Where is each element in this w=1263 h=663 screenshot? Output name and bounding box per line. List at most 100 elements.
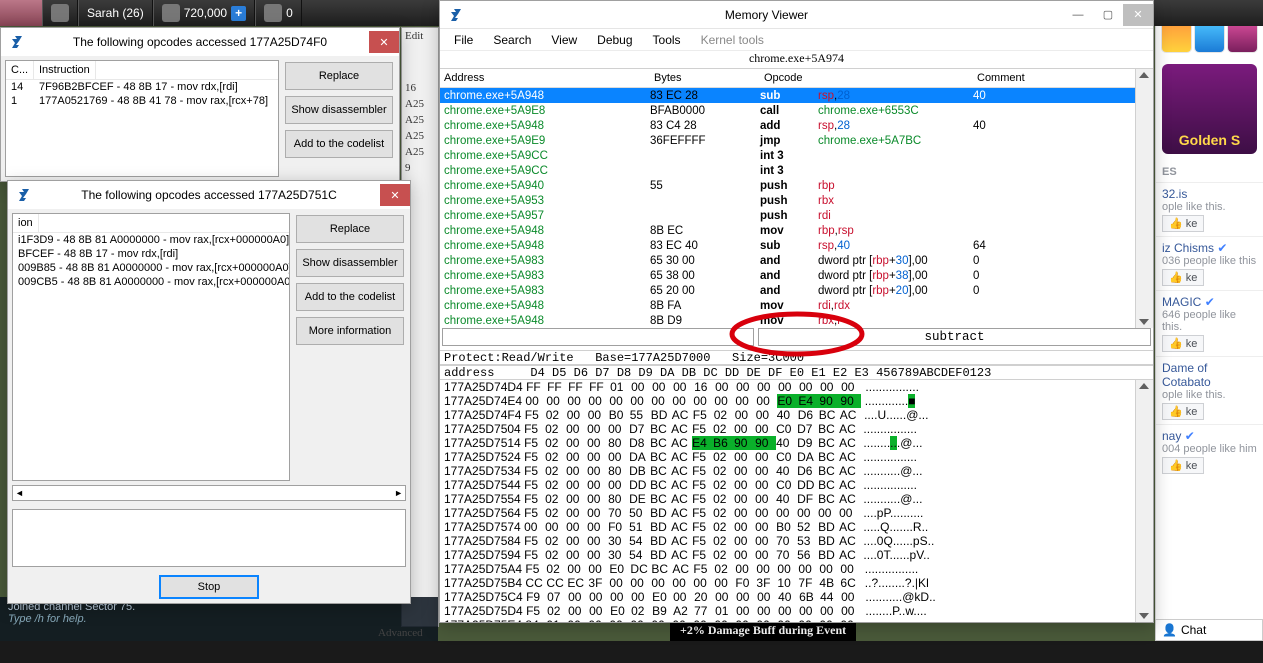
col-instruction[interactable]: ion — [13, 214, 39, 232]
menu-file[interactable]: File — [446, 31, 481, 49]
show-disassembler-button[interactable]: Show disassembler — [285, 96, 393, 124]
minimize-icon[interactable]: — — [1063, 4, 1093, 26]
add-to-codelist-button[interactable]: Add to the codelist — [296, 283, 404, 311]
close-icon[interactable]: ✕ — [1123, 4, 1153, 26]
disasm-row[interactable]: chrome.exe+5A9E936FEFFFFjmpchrome.exe+5A… — [440, 133, 1135, 148]
col-bytes[interactable]: Bytes — [650, 69, 760, 87]
opcode-row[interactable]: 009CB5 - 48 8B 81 A0000000 - mov rax,[rc… — [13, 275, 289, 289]
col-comment[interactable]: Comment — [973, 69, 1053, 87]
hex-row[interactable]: 177A25D7564 F50200007050BDACF50200000000… — [444, 506, 1135, 520]
command-input[interactable]: subtract — [758, 328, 1151, 346]
disasm-row[interactable]: chrome.exe+5A957pushrdi — [440, 208, 1135, 223]
like-button[interactable]: 👍ke — [1162, 335, 1204, 352]
player-name[interactable]: Sarah (26) — [87, 6, 144, 20]
more-info-button[interactable]: More information — [296, 317, 404, 345]
hex-row[interactable]: 177A25D75C4 F90700000000E00020000000406B… — [444, 590, 1135, 604]
fb-page-item[interactable]: 32.isople like this.👍ke — [1156, 182, 1263, 236]
windows-taskbar[interactable] — [0, 641, 1263, 663]
close-icon[interactable]: ✕ — [380, 184, 410, 206]
hex-row[interactable]: 177A25D75A4 F5020000E0DCBCACF50200000000… — [444, 562, 1135, 576]
horizontal-scrollbar[interactable]: ◄► — [12, 485, 406, 501]
disasm-scrollbar[interactable] — [1135, 69, 1153, 328]
disasm-row[interactable]: chrome.exe+5A94883 C4 28addrsp,2840 — [440, 118, 1135, 133]
current-address[interactable]: chrome.exe+5A974 — [440, 51, 1153, 69]
hex-row[interactable]: 177A25D74F4 F5020000B055BDACF502000040D6… — [444, 408, 1135, 422]
game-promo[interactable]: Golden S — [1162, 64, 1257, 154]
disasm-row[interactable]: chrome.exe+5A953pushrbx — [440, 193, 1135, 208]
add-currency-button[interactable]: + — [231, 6, 246, 21]
opcode-row[interactable]: 147F96B2BFCEF - 48 8B 17 - mov rdx,[rdi] — [6, 80, 278, 94]
menu-debug[interactable]: Debug — [589, 31, 640, 49]
menu-kernel-tools[interactable]: Kernel tools — [693, 31, 772, 49]
disasm-row[interactable]: chrome.exe+5A94055pushrbp — [440, 178, 1135, 193]
like-button[interactable]: 👍ke — [1162, 269, 1204, 286]
maximize-icon[interactable]: ▢ — [1093, 4, 1123, 26]
hex-column-header[interactable]: address D4 D5 D6 D7 D8 D9 DA DB DC DD DE… — [440, 365, 1153, 380]
hex-row[interactable]: 177A25D74E4 000000000000000000000000E0E4… — [444, 394, 1135, 408]
col-address[interactable]: Address — [440, 69, 650, 87]
hex-row[interactable]: 177A25D7584 F50200003054BDACF50200007053… — [444, 534, 1135, 548]
disasm-row[interactable]: chrome.exe+5A9CCint 3 — [440, 163, 1135, 178]
fb-chat-dock[interactable]: 👤 Chat — [1155, 619, 1263, 641]
disasm-row[interactable]: chrome.exe+5A9488B D9movrbx,r — [440, 313, 1135, 328]
hex-row[interactable]: 177A25D75B4 CCCCEC3F000000000000F03F107F… — [444, 576, 1135, 590]
col-instruction[interactable]: Instruction — [34, 61, 96, 79]
game-tile-3[interactable] — [1228, 22, 1257, 52]
game-tile-2[interactable] — [1195, 22, 1224, 52]
disasm-row[interactable]: chrome.exe+5A94883 EC 28subrsp,2840 — [440, 88, 1135, 103]
disasm-row[interactable]: chrome.exe+5A9CCint 3 — [440, 148, 1135, 163]
disasm-row[interactable]: chrome.exe+5A98365 38 00anddword ptr [rb… — [440, 268, 1135, 283]
like-button[interactable]: 👍ke — [1162, 457, 1204, 474]
fb-page-item[interactable]: MAGIC ✔646 people like this.👍ke — [1156, 290, 1263, 356]
replace-button[interactable]: Replace — [296, 215, 404, 243]
address-input[interactable] — [442, 328, 754, 346]
menu-view[interactable]: View — [543, 31, 585, 49]
opcode-row[interactable]: i1F3D9 - 48 8B 81 A0000000 - mov rax,[rc… — [13, 233, 289, 247]
disasm-row[interactable]: chrome.exe+5A94883 EC 40subrsp,4064 — [440, 238, 1135, 253]
disasm-row[interactable]: chrome.exe+5A9488B ECmovrbp,rsp — [440, 223, 1135, 238]
col-count[interactable]: C... — [6, 61, 34, 79]
replace-button[interactable]: Replace — [285, 62, 393, 90]
like-button[interactable]: 👍ke — [1162, 215, 1204, 232]
close-icon[interactable]: ✕ — [369, 31, 399, 53]
disasm-row[interactable]: chrome.exe+5A9E8BFAB0000callchrome.exe+6… — [440, 103, 1135, 118]
opcode-row[interactable]: 009B85 - 48 8B 81 A0000000 - mov rax,[rc… — [13, 261, 289, 275]
opcode-row[interactable]: 1177A0521769 - 48 8B 41 78 - mov rax,[rc… — [6, 94, 278, 108]
hex-dump-pane[interactable]: 177A25D74D4 FFFFFFFF01000000160000000000… — [440, 380, 1153, 622]
game-tile-1[interactable] — [1162, 22, 1191, 52]
fb-page-item[interactable]: Dame of Cotabatoople like this.👍ke — [1156, 356, 1263, 424]
hex-row[interactable]: 177A25D75E4 8401000000000000000000000000… — [444, 618, 1135, 622]
avatar[interactable] — [0, 0, 42, 26]
col-args[interactable] — [818, 69, 973, 87]
fb-page-item[interactable]: nay ✔004 people like him👍ke — [1156, 424, 1263, 478]
hex-row[interactable]: 177A25D74D4 FFFFFFFF01000000160000000000… — [444, 380, 1135, 394]
disasm-row[interactable]: chrome.exe+5A98365 20 00anddword ptr [rb… — [440, 283, 1135, 298]
stop-button[interactable]: Stop — [159, 575, 259, 599]
menu-tools[interactable]: Tools — [645, 31, 689, 49]
hex-row[interactable]: 177A25D7524 F502000000DABCACF5020000C0DA… — [444, 450, 1135, 464]
opcode-list[interactable]: C... Instruction 147F96B2BFCEF - 48 8B 1… — [5, 60, 279, 177]
fb-page-item[interactable]: iz Chisms ✔036 people like this👍ke — [1156, 236, 1263, 290]
hex-row[interactable]: 177A25D75D4 F5020000E002B9A2770100000000… — [444, 604, 1135, 618]
col-opcode[interactable]: Opcode — [760, 69, 818, 87]
hex-row[interactable]: 177A25D7594 F50200003054BDACF50200007056… — [444, 548, 1135, 562]
hex-row[interactable]: 177A25D7574 00000000F051BDACF5020000B052… — [444, 520, 1135, 534]
crate-icon — [162, 4, 180, 22]
like-button[interactable]: 👍ke — [1162, 403, 1204, 420]
opcode-row[interactable]: BFCEF - 48 8B 17 - mov rdx,[rdi] — [13, 247, 289, 261]
disasm-row[interactable]: chrome.exe+5A98365 30 00anddword ptr [rb… — [440, 253, 1135, 268]
opcode-list[interactable]: ion i1F3D9 - 48 8B 81 A0000000 - mov rax… — [12, 213, 290, 481]
show-disassembler-button[interactable]: Show disassembler — [296, 249, 404, 277]
hex-scrollbar[interactable] — [1135, 380, 1153, 622]
hex-row[interactable]: 177A25D7544 F502000000DDBCACF5020000C0DD… — [444, 478, 1135, 492]
cheat-engine-icon — [446, 6, 464, 24]
disasm-row[interactable]: chrome.exe+5A9488B FAmovrdi,rdx — [440, 298, 1135, 313]
hex-row[interactable]: 177A25D7504 F502000000D7BCACF5020000C0D7… — [444, 422, 1135, 436]
add-to-codelist-button[interactable]: Add to the codelist — [285, 130, 393, 158]
hex-row[interactable]: 177A25D7514 F502000080D8BCACE4B6909040D9… — [444, 436, 1135, 450]
hex-row[interactable]: 177A25D7554 F502000080DEBCACF502000040DF… — [444, 492, 1135, 506]
disassembler-pane[interactable]: Address Bytes Opcode Comment chrome.exe+… — [440, 69, 1153, 328]
menu-search[interactable]: Search — [485, 31, 539, 49]
hex-row[interactable]: 177A25D7534 F502000080DBBCACF502000040D6… — [444, 464, 1135, 478]
advanced-label[interactable]: Advanced — [378, 627, 423, 639]
